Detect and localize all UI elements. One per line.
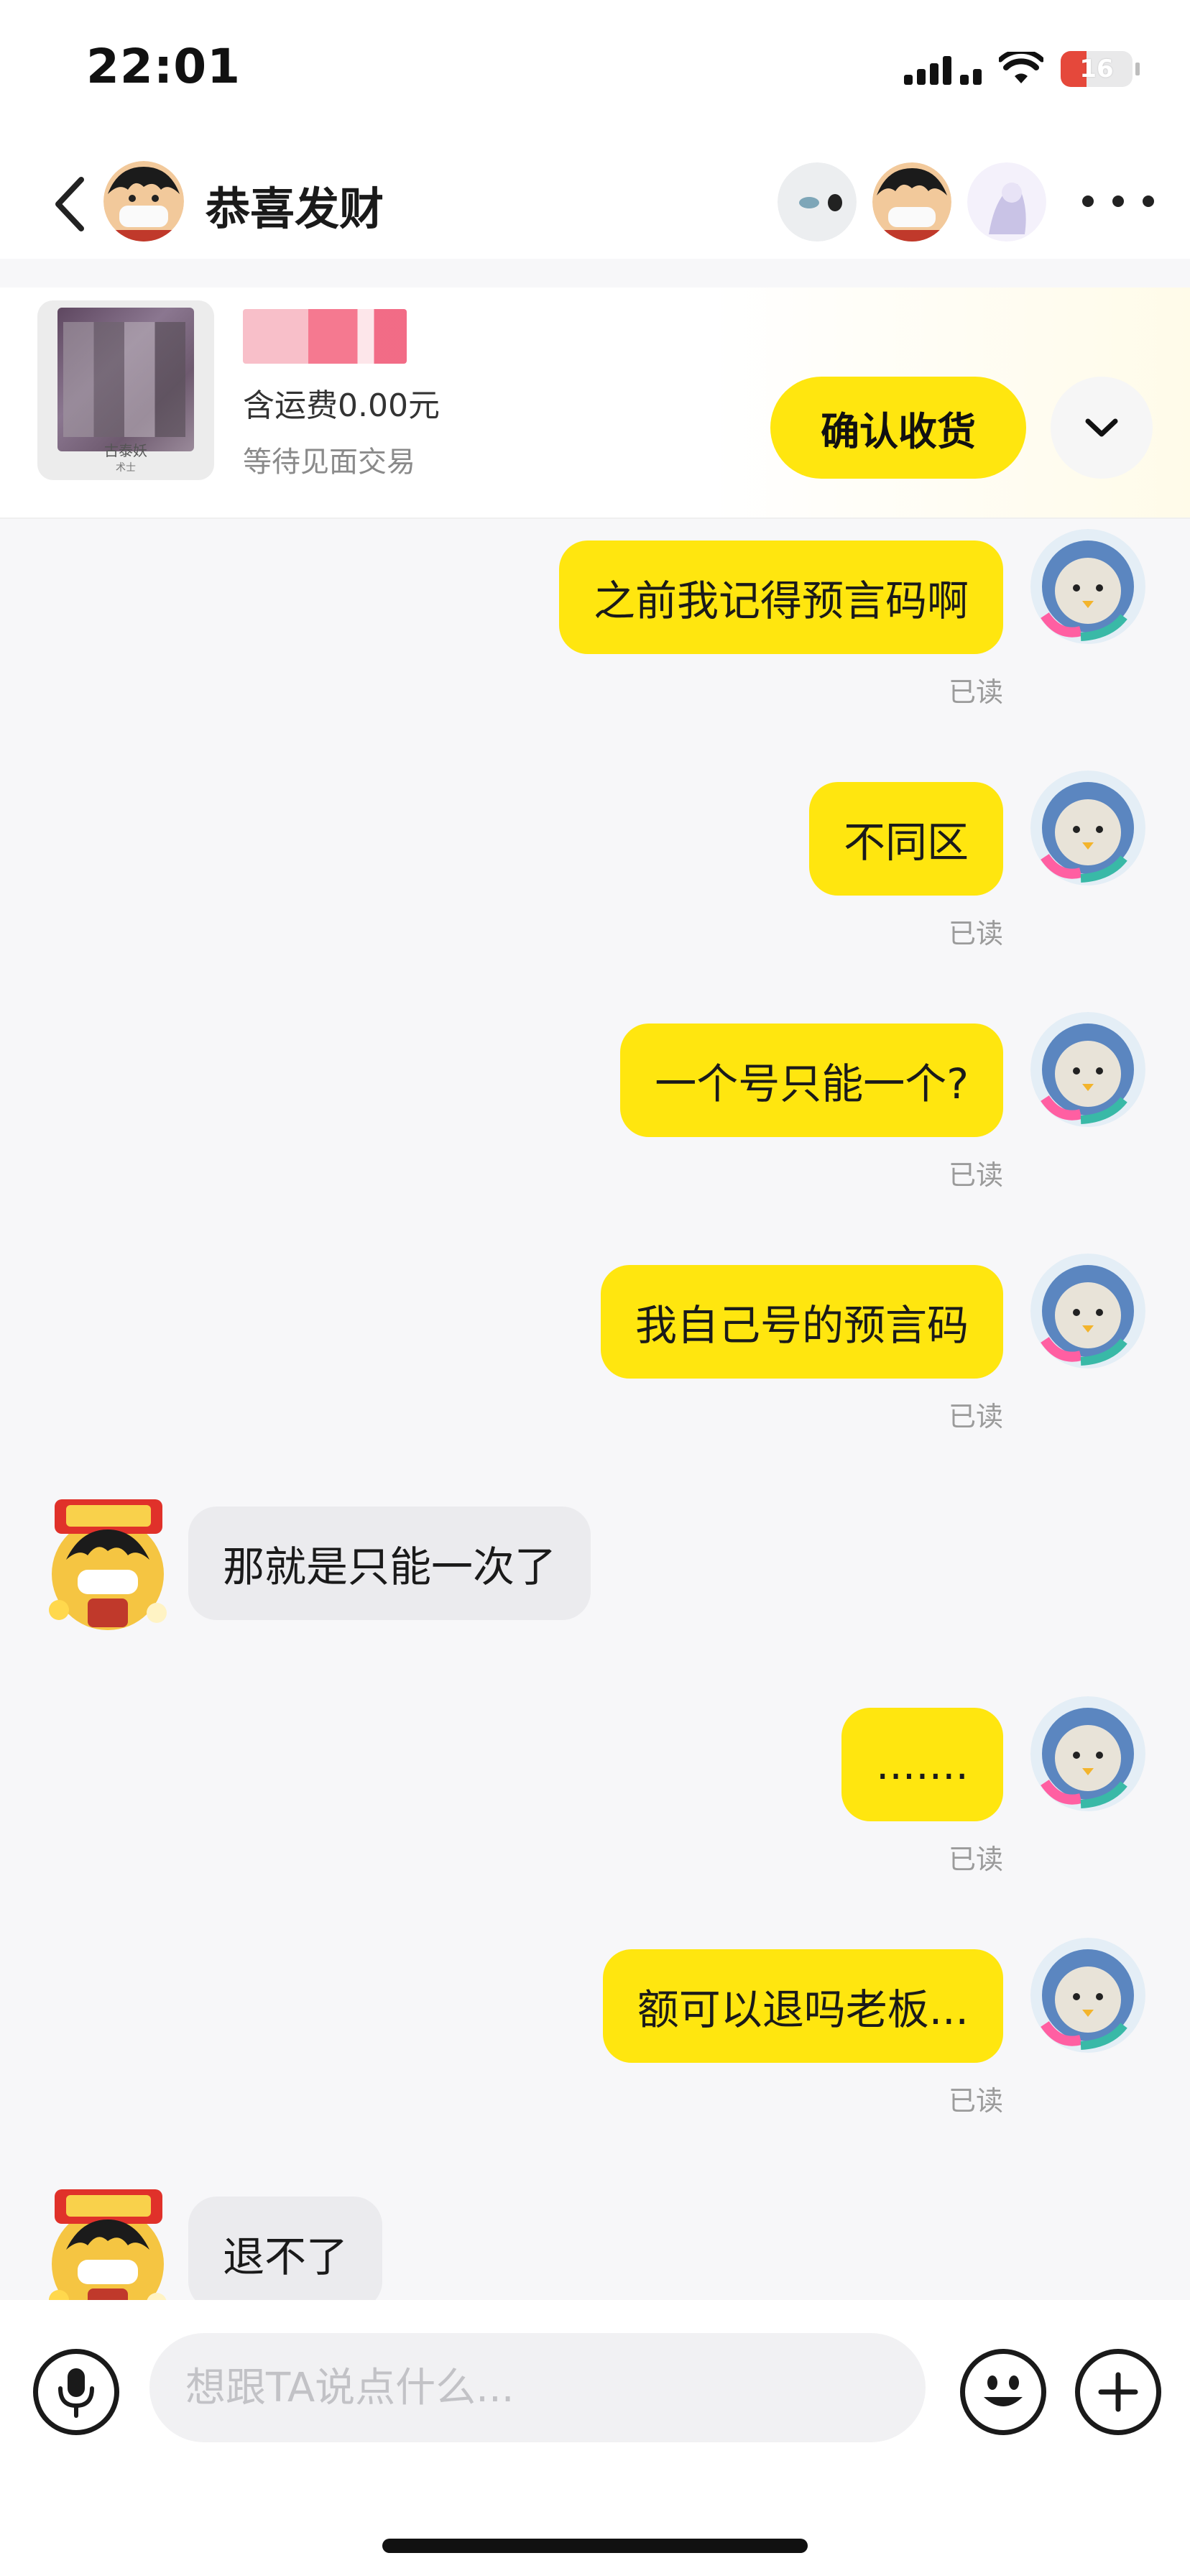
back-button[interactable] xyxy=(45,175,95,233)
more-actions-button[interactable] xyxy=(1075,2349,1161,2435)
my-avatar[interactable] xyxy=(1030,1696,1145,1811)
read-receipt: 已读 xyxy=(948,1844,1003,1875)
read-receipt: 已读 xyxy=(948,2085,1003,2117)
my-avatar[interactable] xyxy=(1030,1938,1145,2053)
emoji-button[interactable] xyxy=(960,2349,1046,2435)
chevron-down-icon xyxy=(1085,418,1118,437)
cellular-signal-icon xyxy=(904,53,982,85)
chat-title: 恭喜发财 xyxy=(206,183,384,235)
status-bar: 22:01 16 xyxy=(0,0,1190,144)
product-thumbnail[interactable]: 古泰妖 术士 xyxy=(37,300,214,480)
confirm-receipt-button[interactable]: 确认收货 xyxy=(770,377,1026,479)
my-message-bubble[interactable]: 一个号只能一个? xyxy=(620,1024,1003,1137)
group-avatars[interactable] xyxy=(778,162,1046,242)
my-message-bubble[interactable]: 不同区 xyxy=(808,782,1003,896)
my-avatar[interactable] xyxy=(1030,529,1145,644)
microphone-icon xyxy=(58,2368,94,2418)
voice-button[interactable] xyxy=(33,2349,119,2435)
status-time: 22:01 xyxy=(86,39,241,94)
my-message-bubble[interactable]: 之前我记得预言码啊 xyxy=(558,540,1003,654)
my-avatar[interactable] xyxy=(1030,1254,1145,1368)
thumb-subcaption: 术士 xyxy=(116,462,136,474)
smiley-icon xyxy=(984,2375,1023,2406)
chevron-left-icon xyxy=(55,177,84,231)
battery-level: 16 xyxy=(1079,55,1114,83)
my-message-bubble[interactable]: 我自己号的预言码 xyxy=(600,1265,1003,1379)
more-button[interactable] xyxy=(1082,187,1154,216)
read-receipt: 已读 xyxy=(948,1159,1003,1191)
order-status: 等待见面交易 xyxy=(243,446,415,479)
peer-avatar[interactable] xyxy=(103,161,184,242)
group-avatar-2[interactable] xyxy=(872,162,951,242)
peer-message-bubble[interactable]: 那就是只能一次了 xyxy=(188,1506,591,1620)
peer-message-avatar[interactable] xyxy=(37,2185,178,2300)
expand-button[interactable] xyxy=(1051,377,1153,479)
order-card[interactable]: 古泰妖 术士 含运费0.00元 等待见面交易 确认收货 xyxy=(0,288,1190,519)
avatar-luffy-image xyxy=(103,161,184,242)
thumb-caption: 古泰妖 xyxy=(104,442,147,459)
my-message-bubble[interactable]: 额可以退吗老板... xyxy=(602,1949,1003,2063)
chat-header: 恭喜发财 xyxy=(0,144,1190,259)
group-avatar-1[interactable] xyxy=(778,162,857,242)
read-receipt: 已读 xyxy=(948,676,1003,708)
pixelated-product-image xyxy=(63,322,185,437)
more-dots-icon xyxy=(1082,196,1094,207)
my-avatar[interactable] xyxy=(1030,1012,1145,1127)
peer-message-bubble[interactable]: 退不了 xyxy=(188,2196,383,2300)
my-message-bubble[interactable]: ....... xyxy=(841,1708,1003,1821)
my-avatar[interactable] xyxy=(1030,770,1145,886)
message-input[interactable] xyxy=(149,2333,926,2442)
battery-tip xyxy=(1135,63,1140,75)
redacted-product-title xyxy=(243,309,407,364)
battery-icon: 16 xyxy=(1061,51,1133,87)
shipping-price: 含运费0.00元 xyxy=(243,387,440,424)
read-receipt: 已读 xyxy=(948,918,1003,949)
peer-message-avatar[interactable] xyxy=(37,1495,178,1636)
read-receipt: 已读 xyxy=(948,1401,1003,1432)
status-icons: 16 xyxy=(904,47,1140,91)
home-indicator[interactable] xyxy=(382,2539,808,2553)
message-list[interactable]: 之前我记得预言码啊 已读 不同区 已读 一个号只能一个? 已读 我自己号的预言码… xyxy=(0,519,1190,2300)
wifi-icon xyxy=(999,52,1043,83)
group-avatar-3[interactable] xyxy=(967,162,1046,242)
plus-icon xyxy=(1098,2372,1138,2412)
input-bar xyxy=(0,2300,1190,2576)
